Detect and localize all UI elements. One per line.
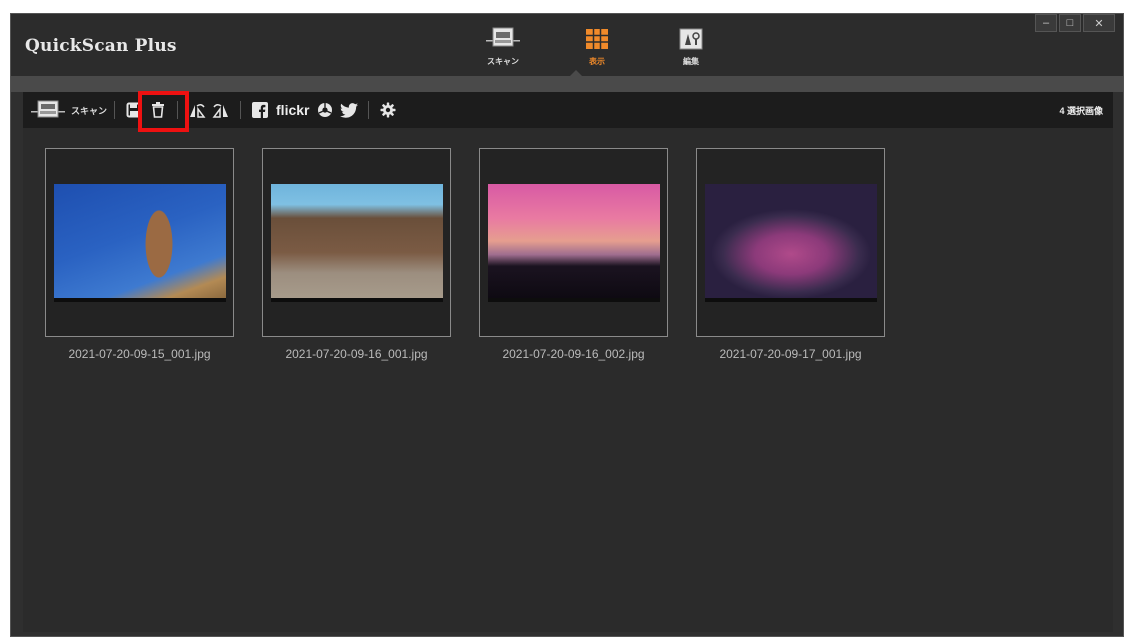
- edit-tools-icon: [679, 28, 703, 50]
- thumbnail-filename: 2021-07-20-09-16_002.jpg: [502, 347, 645, 361]
- picasa-icon: [318, 103, 333, 117]
- mode-view-button[interactable]: 表示: [550, 26, 644, 67]
- maximize-button[interactable]: □: [1059, 14, 1081, 32]
- window-controls: – □ ✕: [1035, 14, 1115, 32]
- app-window: QuickScan Plus スキャン 表示 編集 – □ ✕ スキャン fli…: [10, 13, 1124, 637]
- mode-scan-button[interactable]: スキャン: [456, 26, 550, 67]
- picasa-share-button[interactable]: [315, 100, 335, 120]
- thumbnail-frame[interactable]: [696, 148, 885, 337]
- grid-view-icon: [586, 29, 608, 49]
- thumbnail-grid: 2021-07-20-09-15_001.jpg 2021-07-20-09-1…: [45, 148, 885, 361]
- title-bar: QuickScan Plus スキャン 表示 編集 – □ ✕: [11, 14, 1123, 76]
- toolbar-divider: [240, 101, 242, 119]
- photo-thumbnail: [487, 183, 660, 302]
- save-button-highlight: [138, 91, 189, 132]
- rotate-right-icon: [212, 103, 229, 118]
- thumbnail-filename: 2021-07-20-09-16_001.jpg: [285, 347, 428, 361]
- rotate-right-button[interactable]: [211, 100, 231, 120]
- thumbnail-frame[interactable]: [262, 148, 451, 337]
- thumbnail-item: 2021-07-20-09-16_001.jpg: [262, 148, 451, 361]
- minimize-button[interactable]: –: [1035, 14, 1057, 32]
- rotate-left-icon: [190, 103, 206, 118]
- rotate-left-button[interactable]: [187, 100, 207, 120]
- thumbnail-item: 2021-07-20-09-15_001.jpg: [45, 148, 234, 361]
- thumbnail-filename: 2021-07-20-09-17_001.jpg: [719, 347, 862, 361]
- mode-scan-label: スキャン: [487, 57, 519, 66]
- twitter-share-button[interactable]: [339, 100, 359, 120]
- header-separator: [11, 76, 1123, 92]
- mode-edit-label: 編集: [683, 57, 699, 66]
- app-title: QuickScan Plus: [25, 36, 177, 56]
- mode-view-label: 表示: [589, 57, 605, 66]
- thumbnail-item: 2021-07-20-09-17_001.jpg: [696, 148, 885, 361]
- close-button[interactable]: ✕: [1083, 14, 1115, 32]
- toolbar-divider: [368, 101, 370, 119]
- facebook-icon: [252, 102, 269, 118]
- flickr-share-button[interactable]: flickr: [276, 102, 309, 118]
- settings-button[interactable]: [378, 100, 398, 120]
- thumbnail-filename: 2021-07-20-09-15_001.jpg: [68, 347, 211, 361]
- mode-edit-button[interactable]: 編集: [644, 26, 738, 67]
- facebook-share-button[interactable]: [250, 100, 270, 120]
- selected-count: 4 選択画像: [1059, 106, 1103, 116]
- content-area: スキャン flickr 4 選択画像 2021-07-20-09-15_001.…: [23, 91, 1113, 632]
- scanner-icon: [31, 100, 65, 118]
- scanner-icon: [486, 27, 520, 47]
- gear-icon: [380, 102, 396, 118]
- mode-switcher: スキャン 表示 編集: [456, 26, 738, 67]
- photo-thumbnail: [704, 183, 877, 302]
- toolbar-divider: [114, 101, 116, 119]
- photo-thumbnail: [53, 183, 226, 302]
- thumbnail-frame[interactable]: [45, 148, 234, 337]
- thumbnail-frame[interactable]: [479, 148, 668, 337]
- toolbar-scan-button[interactable]: スキャン: [31, 99, 107, 121]
- twitter-icon: [340, 102, 359, 118]
- photo-thumbnail: [270, 183, 443, 302]
- thumbnail-item: 2021-07-20-09-16_002.jpg: [479, 148, 668, 361]
- toolbar-scan-label: スキャン: [71, 105, 108, 116]
